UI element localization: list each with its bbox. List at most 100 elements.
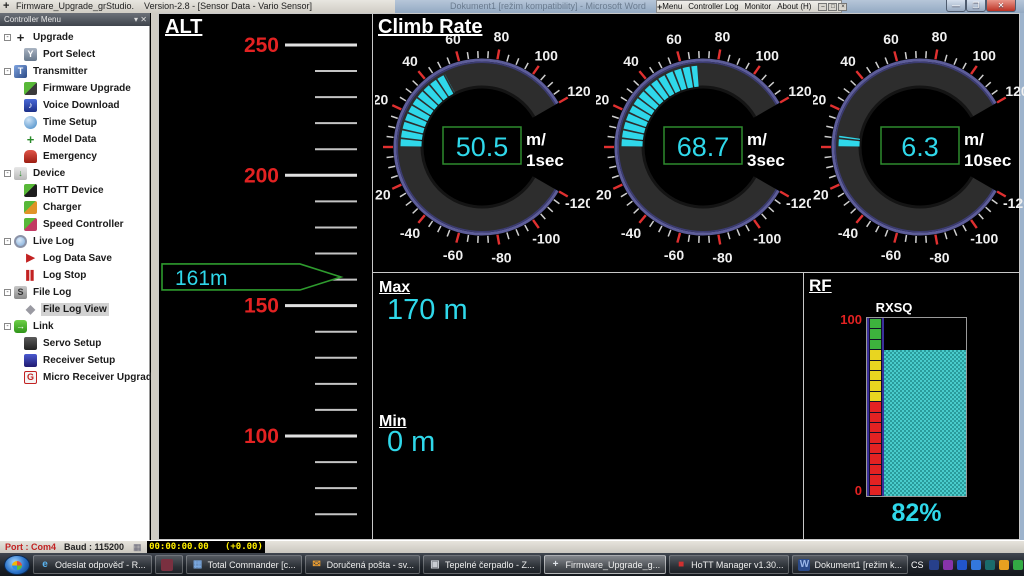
taskbar-button-label: Doručená pošta - sv...	[327, 560, 414, 570]
sidebar-item-upgrade[interactable]: -+Upgrade	[0, 29, 150, 46]
sidebar-item-file-log[interactable]: -SFile Log	[0, 284, 150, 301]
language-indicator[interactable]: CS	[911, 560, 924, 570]
sidebar-header-buttons[interactable]: ▾ ✕	[134, 13, 147, 26]
taskbar-button-word[interactable]: WDokument1 [režim k...	[792, 555, 908, 574]
tray-app-icon[interactable]	[971, 560, 981, 570]
sidebar-item-transmitter[interactable]: -TTransmitter	[0, 63, 150, 80]
gauge-tick	[467, 52, 468, 59]
menu-item-controller-log[interactable]: Controller Log	[688, 2, 738, 11]
sidebar-item-model-data[interactable]: +Model Data	[0, 131, 150, 148]
sidebar-item-label: Speed Controller	[41, 218, 126, 231]
sidebar-item-time-setup[interactable]: Time Setup	[0, 114, 150, 131]
taskbar-button-pinned[interactable]	[155, 555, 183, 574]
gauge-tick	[406, 201, 412, 205]
expand-collapse-icon[interactable]: -	[4, 68, 11, 75]
menu-item-about-h[interactable]: About (H)	[777, 2, 811, 11]
sidebar-item-hott-device[interactable]: HoTT Device	[0, 182, 150, 199]
app-titlebar: + Firmware_Upgrade_grStudio. Version-2.8…	[0, 0, 398, 13]
sidebar-item-log-data-save[interactable]: ▶Log Data Save	[0, 250, 150, 267]
gauge-tick	[762, 214, 767, 219]
taskbar-button-doc[interactable]: ▣Tepelné čerpadlo - Z...	[423, 555, 541, 574]
sidebar-item-port-select[interactable]: YPort Select	[0, 46, 150, 63]
gauge-tick	[387, 137, 394, 138]
gauge-value-segment	[415, 118, 417, 124]
gauge-scale-label: -80	[712, 249, 732, 265]
alt-scale-label: 150	[244, 295, 279, 318]
tray-media-icon[interactable]	[943, 560, 953, 570]
gauge-tick	[447, 58, 450, 65]
tray-update-icon[interactable]	[957, 560, 967, 570]
splitter[interactable]	[151, 13, 158, 540]
gauge-tick	[856, 215, 862, 223]
sidebar-item-voice-download[interactable]: ♪Voice Download	[0, 97, 150, 114]
close-button[interactable]: ✕	[986, 0, 1016, 12]
sidebar-item-device[interactable]: -↓Device	[0, 165, 150, 182]
gauge-tick	[851, 209, 856, 214]
tray-sync-icon[interactable]	[1013, 560, 1023, 570]
gauge-tick	[867, 67, 871, 73]
sidebar-item-firmware-upgrade[interactable]: Firmware Upgrade	[0, 80, 150, 97]
gauge-tick	[954, 58, 957, 64]
gauge-tick	[844, 201, 850, 205]
gauge-tick	[388, 126, 395, 128]
gauge-tick	[838, 97, 844, 101]
mini-restore-button[interactable]: □	[828, 3, 837, 11]
rxsq-led-red	[870, 486, 881, 495]
expand-collapse-icon[interactable]: -	[4, 34, 11, 41]
sidebar-item-file-log-view[interactable]: ◆File Log View	[0, 301, 150, 318]
tray-network-globe-icon[interactable]	[985, 560, 995, 570]
taskbar-button-tc[interactable]: ▦Total Commander [c...	[186, 555, 302, 574]
menu-item-monitor[interactable]: Monitor	[745, 2, 772, 11]
restore-button[interactable]: ❐	[966, 0, 986, 12]
gauge-tick	[413, 81, 418, 86]
emergency-siren-icon	[24, 150, 37, 163]
speed-controller-icon	[24, 218, 37, 231]
gauge-tick	[971, 66, 977, 74]
gauge-scale-label: -80	[491, 249, 511, 265]
ie-icon: e	[39, 559, 51, 571]
expand-collapse-icon[interactable]: -	[4, 289, 11, 296]
gauge-scale-label: 60	[666, 31, 682, 47]
sidebar-item-charger[interactable]: Charger	[0, 199, 150, 216]
gauge-tick	[992, 90, 998, 94]
gauge-scale-label: 100	[973, 47, 997, 63]
expand-collapse-icon[interactable]: -	[4, 238, 11, 245]
sidebar-item-micro-receiver-upgrade[interactable]: GMicro Receiver Upgrade	[0, 369, 150, 386]
expand-collapse-icon[interactable]: -	[4, 323, 11, 330]
tray-messenger-icon[interactable]	[999, 560, 1009, 570]
menu-item-menu[interactable]: Menu	[662, 2, 682, 11]
sidebar-item-link[interactable]: -→Link	[0, 318, 150, 335]
tray-icons	[929, 560, 1024, 570]
gauge-tick	[876, 62, 879, 68]
gauge-tick	[621, 97, 627, 101]
taskbar-button-hott[interactable]: ■HoTT Manager v1.30...	[669, 555, 789, 574]
gauge-value: 68.7	[677, 132, 730, 162]
gauge-tick	[639, 215, 645, 223]
sidebar-item-emergency[interactable]: Emergency	[0, 148, 150, 165]
gauge-tick	[413, 209, 418, 214]
gauge-scale-label: 40	[840, 53, 856, 69]
sidebar-item-live-log[interactable]: -Live Log	[0, 233, 150, 250]
minimize-button[interactable]: —	[946, 0, 966, 12]
start-button[interactable]	[4, 555, 30, 575]
alt-panel-title: ALT	[165, 16, 202, 39]
sidebar-item-label: Firmware Upgrade	[41, 82, 133, 95]
gauge-tick	[497, 50, 499, 60]
app-icon: +	[3, 0, 13, 12]
tray-info-icon[interactable]	[929, 560, 939, 570]
taskbar-button-mail[interactable]: ✉ Doručená pošta - sv...	[305, 555, 420, 574]
controller-window-controls: –□×	[817, 3, 847, 11]
mini-minimize-button[interactable]: –	[818, 3, 827, 11]
expand-collapse-icon[interactable]: -	[4, 170, 11, 177]
gauge-tick	[429, 221, 433, 227]
sidebar-item-speed-controller[interactable]: Speed Controller	[0, 216, 150, 233]
mini-close-button[interactable]: ×	[838, 3, 847, 11]
taskbar-button-app[interactable]: +Firmware_Upgrade_g...	[544, 555, 667, 574]
gauge-tick	[387, 157, 394, 158]
taskbar-button-ie[interactable]: eOdeslat odpověď - R...	[33, 555, 152, 574]
sidebar-item-log-stop[interactable]: ▌▌Log Stop	[0, 267, 150, 284]
mail-icon: ✉	[311, 559, 323, 571]
sidebar-item-servo-setup[interactable]: Servo Setup	[0, 335, 150, 352]
gauge-tick	[945, 55, 947, 62]
sidebar-item-receiver-setup[interactable]: Receiver Setup	[0, 352, 150, 369]
